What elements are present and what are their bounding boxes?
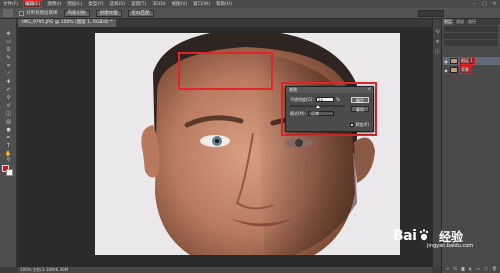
adjust-icon[interactable]: ◐ [469, 266, 473, 271]
move-tool-icon[interactable]: ✥ [4, 31, 13, 37]
window-controls: – □ ✕ [471, 0, 498, 8]
preview-option[interactable]: ✓ 预览(P) [350, 122, 369, 128]
tab-channels[interactable]: 通道 [454, 19, 466, 25]
layer-name: 图层 1 [459, 57, 475, 65]
blur-tool-icon[interactable]: ● [4, 127, 13, 133]
options-bar: 对所有图层取样 内容识别 创建纹理 近似匹配 [0, 8, 500, 19]
lasso-tool-icon[interactable]: ᘐ [4, 47, 13, 53]
checkbox[interactable] [19, 10, 24, 16]
link-icon[interactable]: ∞ [446, 266, 449, 271]
menu-layer[interactable]: 图层(L) [67, 1, 82, 7]
eyedropper-tool-icon[interactable]: ⟋ [4, 71, 13, 77]
layer-name: 背景 [459, 66, 471, 74]
dialog-close-icon[interactable]: × [367, 87, 371, 93]
gradient-tool-icon[interactable]: ▤ [4, 119, 13, 125]
sample-all-layers-option[interactable]: 对所有图层取样 [19, 10, 58, 16]
brush-tool-icon[interactable]: ✐ [4, 87, 13, 93]
tab-paths[interactable]: 路径 [466, 19, 478, 25]
preview-label: 预览(P) [355, 122, 369, 127]
status-bar: 100% 文档:3.18M/6.36M [18, 267, 432, 273]
mask-icon[interactable]: ◙ [461, 266, 465, 271]
type-tool-icon[interactable]: T [4, 143, 13, 149]
clone-stamp-tool-icon[interactable]: ⚲ [4, 95, 13, 101]
opacity-input[interactable]: 52 [316, 97, 334, 102]
blend-mode-control[interactable] [444, 33, 498, 39]
healing-brush-tool-icon[interactable]: ✚ [4, 79, 13, 85]
menu-view[interactable]: 视图(V) [172, 1, 188, 7]
eye-icon[interactable]: ◉ [444, 59, 448, 64]
trash-icon[interactable]: 🗑 [492, 266, 497, 271]
menu-bar: 文件(F) 编辑(E) 图像(I) 图层(L) 类型(Y) 选择(S) 滤镜(T… [0, 0, 500, 8]
opacity-label: 不透明度(O): [290, 97, 314, 102]
marquee-tool-icon[interactable]: ▭ [4, 39, 13, 45]
maximize-button[interactable]: □ [481, 1, 488, 7]
tab-layers[interactable]: 图层 [442, 19, 454, 25]
quick-select-tool-icon[interactable]: ✎ [4, 55, 13, 61]
history-brush-tool-icon[interactable]: ↺ [4, 103, 13, 109]
eye-icon[interactable]: ◉ [444, 68, 448, 73]
new-layer-icon[interactable]: ▢ [484, 266, 488, 271]
preview-checkbox[interactable]: ✓ [350, 123, 355, 128]
fx-icon[interactable]: fx [453, 266, 457, 271]
layer-filter-control[interactable] [444, 26, 498, 32]
opacity-unit: % [336, 97, 340, 102]
properties-icon[interactable]: ≡ [434, 39, 441, 46]
sample-all-layers-label: 对所有图层取样 [26, 11, 58, 16]
close-button[interactable]: ✕ [491, 1, 498, 7]
ok-button[interactable]: 确定 [351, 97, 369, 103]
menu-edit[interactable]: 编辑(E) [23, 0, 43, 8]
wrinkle-highlight-box [178, 52, 273, 90]
layer-panel-footer: ∞ fx ◙ ◐ ▭ ▢ 🗑 [444, 266, 499, 271]
mode-label: 模式(M): [290, 111, 306, 116]
content-aware-button[interactable]: 内容识别 [63, 9, 90, 17]
minimize-button[interactable]: – [471, 1, 478, 7]
menu-file[interactable]: 文件(F) [3, 1, 18, 7]
proximity-match-button[interactable]: 近似匹配 [127, 9, 154, 17]
menu-help[interactable]: 帮助(H) [216, 1, 232, 7]
layer-row[interactable]: ◉ 背景 [443, 66, 500, 74]
baidu-logo-text: Bai [393, 228, 417, 244]
zoom-tool-icon[interactable]: ⚲ [4, 157, 13, 163]
panel-tabs: 图层 通道 路径 [442, 19, 500, 25]
lock-control[interactable] [444, 40, 498, 46]
pen-tool-icon[interactable]: ✒ [4, 135, 13, 141]
layer-thumbnail [450, 58, 458, 64]
menu-image[interactable]: 图像(I) [47, 1, 61, 7]
menu-select[interactable]: 选择(S) [110, 1, 125, 7]
dialog-title: 渐隐 [286, 87, 373, 93]
mode-select[interactable]: 正常 [308, 111, 334, 116]
info-icon[interactable]: ⓘ [434, 49, 441, 56]
folder-icon[interactable]: ▭ [476, 266, 480, 271]
opacity-slider[interactable] [290, 104, 345, 108]
document-tab[interactable]: IMG_9795.JPG @ 100% (图层 1, RGB/8) * [18, 19, 117, 27]
background-color-swatch[interactable] [6, 169, 13, 176]
crop-tool-icon[interactable]: ⌗ [4, 63, 13, 69]
toolbox: ✥ ▭ ᘐ ✎ ⌗ ⟋ ✚ ✐ ⚲ ↺ ◫ ▤ ● ✒ T ✋ ⚲ [0, 19, 17, 267]
fade-dialog: 渐隐 × 不透明度(O): 52 % 模式(M): 正常 确定 复位 ✓ 预览(… [285, 86, 374, 132]
create-texture-button[interactable]: 创建纹理 [95, 9, 122, 17]
reset-button[interactable]: 复位 [351, 106, 369, 112]
workspace-select[interactable] [418, 10, 444, 17]
menu-filter[interactable]: 滤镜(T) [131, 1, 146, 7]
watermark-url: jingyan.baidu.com [427, 243, 474, 249]
spot-healing-tool-icon[interactable] [3, 9, 13, 17]
eraser-tool-icon[interactable]: ◫ [4, 111, 13, 117]
paw-logo-icon [419, 229, 429, 241]
layer-row[interactable]: ◉ 图层 1 [443, 57, 500, 65]
layer-thumbnail [450, 67, 458, 73]
document-tab-bar: IMG_9795.JPG @ 100% (图层 1, RGB/8) * [18, 19, 432, 27]
menu-window[interactable]: 窗口(W) [193, 1, 210, 7]
menu-type[interactable]: 类型(Y) [88, 1, 103, 7]
menu-3d[interactable]: 3D(D) [152, 2, 165, 7]
history-icon[interactable]: ⟲ [434, 29, 441, 36]
baidu-jingyan-watermark: Bai 经验 jingyan.baidu.com [393, 228, 473, 250]
